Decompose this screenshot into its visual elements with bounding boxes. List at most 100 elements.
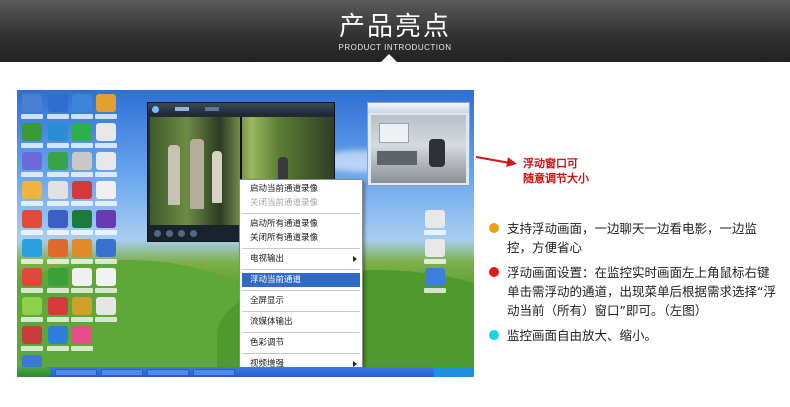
app-icon[interactable] [72,94,92,112]
snapshot-icon[interactable] [190,229,197,237]
file-icon[interactable] [96,268,116,286]
player-tab[interactable] [175,107,189,111]
file-icon[interactable] [96,297,116,315]
floating-video-window[interactable] [367,102,470,186]
app-icon[interactable] [72,123,92,141]
desktop-screenshot: 启动当前通道录像关闭当前通道录像启动所有通道录像关闭所有通道录像电视输出浮动当前… [17,90,474,377]
file-icon[interactable] [425,210,445,228]
page-title: 产品亮点 [338,12,451,42]
desktop-icon-column [93,94,119,326]
context-menu-item[interactable]: 电视输出 [240,252,362,266]
app-icon[interactable] [22,152,42,170]
menu-separator [242,311,360,312]
file-icon[interactable] [96,181,116,199]
app-icon[interactable] [72,268,92,286]
app-icon[interactable] [48,297,68,315]
player-titlebar[interactable] [148,103,334,115]
menu-item-label: 流媒体输出 [250,317,293,327]
feature-item: 监控画面自由放大、缩小。 [489,326,779,345]
computer-icon[interactable] [22,94,42,112]
file-icon[interactable] [425,239,445,257]
app-icon[interactable] [22,123,42,141]
app-icon[interactable] [72,152,92,170]
app-icon[interactable] [48,268,68,286]
menu-item-label: 浮动当前通道 [250,275,302,285]
app-icon[interactable] [22,181,42,199]
context-menu-item[interactable]: 全屏显示 [240,294,362,308]
app-icon[interactable] [72,239,92,257]
bullet-dot-icon [489,223,499,233]
app-icon[interactable] [72,297,92,315]
context-menu-item[interactable]: 启动当前通道录像 [240,182,362,196]
player-tab[interactable] [205,107,219,111]
callout-text: 浮动窗口可 随意调节大小 [523,156,613,186]
desktop-icon-column [19,94,45,377]
desk [377,151,417,165]
system-tray[interactable] [434,367,474,377]
app-icon[interactable] [425,268,445,286]
menu-item-label: 全屏显示 [250,296,285,306]
taskbar-item[interactable] [147,368,189,376]
banner-notch [381,54,397,62]
app-icon[interactable] [48,239,68,257]
app-icon[interactable] [72,326,92,344]
header-banner: 产品亮点 PRODUCT INTRODUCTION [0,0,790,62]
taskbar-item[interactable] [55,368,97,376]
feature-text: 支持浮动画面，一边聊天一边看电影，一边监控，方便省心 [507,221,758,255]
taskbar-item[interactable] [193,368,235,376]
menu-item-label: 启动所有通道录像 [250,219,319,229]
context-menu-item[interactable]: 浮动当前通道 [242,273,360,287]
menu-item-label: 启动当前通道录像 [250,184,319,194]
context-menu-item[interactable]: 流媒体输出 [240,315,362,329]
figure [168,145,180,205]
file-icon[interactable] [96,123,116,141]
app-icon[interactable] [22,210,42,228]
start-button[interactable] [17,367,51,377]
logo-icon [152,105,159,113]
file-icon[interactable] [96,152,116,170]
app-icon[interactable] [48,123,68,141]
figure [212,151,222,203]
file-icon[interactable] [96,239,116,257]
context-menu-item: 关闭当前通道录像 [240,196,362,210]
app-icon[interactable] [48,181,68,199]
app-icon[interactable] [22,326,42,344]
app-icon[interactable] [22,268,42,286]
context-menu-item[interactable]: 色彩调节 [240,336,362,350]
app-icon[interactable] [48,94,68,112]
context-menu-item[interactable]: 关闭所有通道录像 [240,231,362,245]
menu-separator [242,269,360,270]
floating-window-titlebar[interactable] [368,103,469,113]
menu-separator [242,353,360,354]
floating-video-feed[interactable] [371,115,466,183]
context-menu-item[interactable]: 启动所有通道录像 [240,217,362,231]
app-icon[interactable] [72,210,92,228]
app-icon[interactable] [22,239,42,257]
folder-icon[interactable] [96,94,116,112]
app-icon[interactable] [48,210,68,228]
figure [190,139,204,209]
bullet-dot-icon [489,330,499,340]
desktop-icon-column [422,210,448,297]
desktop-icon-column [69,94,95,355]
menu-separator [242,213,360,214]
whiteboard [379,123,409,143]
menu-item-label: 电视输出 [250,254,285,264]
callout-line-2: 随意调节大小 [523,172,589,185]
record-icon[interactable] [178,229,185,237]
menu-item-label: 色彩调节 [250,338,285,348]
app-icon[interactable] [48,326,68,344]
feature-item: 浮动画面设置：在监控实时画面左上角鼠标右键单击需浮动的通道，出现菜单后根据需求选… [489,263,779,320]
app-icon[interactable] [72,181,92,199]
play-icon[interactable] [154,229,161,237]
feature-text: 浮动画面设置：在监控实时画面左上角鼠标右键单击需浮动的通道，出现菜单后根据需求选… [507,265,776,318]
callout-line-1: 浮动窗口可 [523,157,578,170]
stop-icon[interactable] [166,229,173,237]
arrow-right-icon [506,157,518,169]
app-icon[interactable] [22,297,42,315]
page-subtitle: PRODUCT INTRODUCTION [338,43,452,52]
app-icon[interactable] [48,152,68,170]
taskbar-item[interactable] [101,368,143,376]
submenu-arrow-icon [353,256,357,262]
app-icon[interactable] [96,210,116,228]
